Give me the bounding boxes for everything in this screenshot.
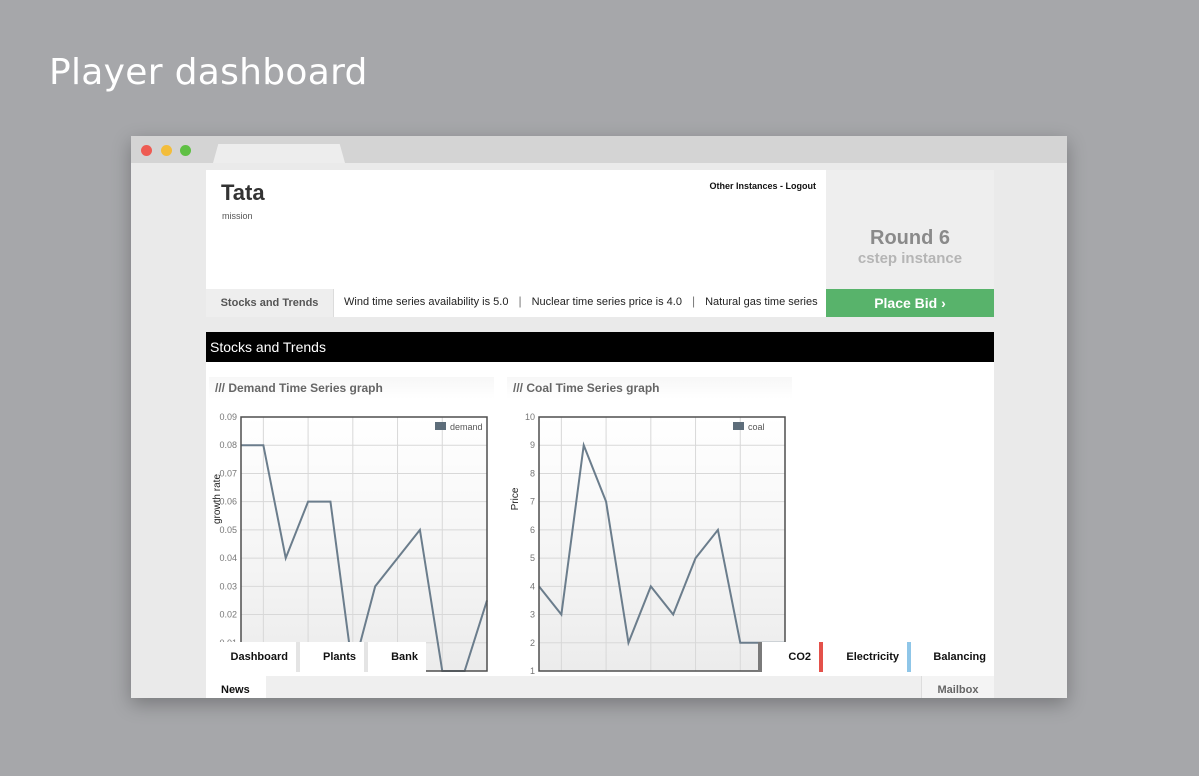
round-title: Round 6	[870, 227, 950, 249]
maximize-window-dot[interactable]	[180, 145, 191, 156]
page-heading: Player dashboard	[49, 52, 368, 93]
legend-swatch	[733, 422, 744, 430]
browser-tab[interactable]	[213, 144, 345, 163]
nav-balancing[interactable]: Balancing	[907, 642, 994, 672]
y-tick-label: 8	[530, 468, 535, 478]
y-tick-label: 0.08	[219, 440, 237, 450]
nav-plants[interactable]: Plants	[296, 642, 364, 672]
news-tab[interactable]: News	[206, 676, 266, 698]
browser-window: Tata mission Other Instances - Logout Ro…	[131, 136, 1067, 698]
legend-label: coal	[748, 422, 765, 432]
coal-chart-panel: /// Coal Time Series graph 12345678910−4…	[507, 377, 792, 691]
nav-dashboard[interactable]: Dashboard	[206, 642, 296, 672]
y-tick-label: 2	[530, 638, 535, 648]
legend-label: demand	[450, 422, 483, 432]
chart-title: /// Coal Time Series graph	[507, 377, 792, 399]
y-tick-label: 5	[530, 553, 535, 563]
ticker-row: Stocks and Trends Wind time series avail…	[206, 289, 994, 317]
app: Tata mission Other Instances - Logout Ro…	[206, 170, 994, 698]
news-ticker: Wind time series availability is 5.0 | Nuc…	[334, 289, 826, 317]
y-tick-label: 0.02	[219, 610, 237, 620]
mailbox-tab[interactable]: Mailbox	[921, 676, 994, 698]
bottom-nav-right: CO2 Electricity Balancing	[758, 642, 994, 672]
y-axis-label: Price	[510, 487, 521, 510]
close-window-dot[interactable]	[141, 145, 152, 156]
y-tick-label: 7	[530, 497, 535, 507]
plot-area	[539, 417, 785, 671]
y-tick-label: 4	[530, 581, 535, 591]
header: Tata mission Other Instances - Logout	[206, 170, 826, 289]
y-tick-label: 0.04	[219, 553, 237, 563]
y-tick-label: 6	[530, 525, 535, 535]
ticker-item: Wind time series availability is 5.0	[344, 296, 509, 308]
place-bid-button[interactable]: Place Bid ›	[826, 289, 994, 317]
ticker-item: Nuclear time series price is 4.0	[531, 296, 682, 308]
nav-electricity[interactable]: Electricity	[819, 642, 907, 672]
ticker-item: Natural gas time series	[705, 296, 818, 308]
brand-name: Tata	[221, 180, 265, 205]
round-subtitle: cstep instance	[857, 250, 963, 267]
round-panel: Round 6 cstep instance	[826, 170, 994, 289]
footer-bar: News Mailbox	[206, 676, 994, 698]
y-tick-label: 3	[530, 610, 535, 620]
minimize-window-dot[interactable]	[161, 145, 172, 156]
browser-chrome-bar	[131, 136, 1067, 163]
section-title: Stocks and Trends	[206, 332, 994, 362]
chart-title: /// Demand Time Series graph	[209, 377, 494, 399]
y-tick-label: 1	[530, 666, 535, 676]
brand-subtitle: mission	[222, 211, 253, 221]
plot-area	[241, 417, 487, 671]
y-tick-label: 0.05	[219, 525, 237, 535]
y-tick-label: 9	[530, 440, 535, 450]
nav-bank[interactable]: Bank	[364, 642, 426, 672]
y-tick-label: 0.09	[219, 412, 237, 422]
y-axis-label: growth rate	[212, 474, 223, 524]
browser-viewport: Tata mission Other Instances - Logout Ro…	[131, 163, 1067, 698]
legend-swatch	[435, 422, 446, 430]
y-tick-label: 0.03	[219, 581, 237, 591]
ticker-label[interactable]: Stocks and Trends	[206, 289, 334, 317]
coal-chart: 12345678910−4−20246Pricecoal	[510, 412, 788, 685]
top-links[interactable]: Other Instances - Logout	[709, 181, 816, 191]
bottom-nav-left: Dashboard Plants Bank	[206, 642, 426, 672]
nav-co2[interactable]: CO2	[758, 642, 819, 672]
y-tick-label: 10	[525, 412, 535, 422]
